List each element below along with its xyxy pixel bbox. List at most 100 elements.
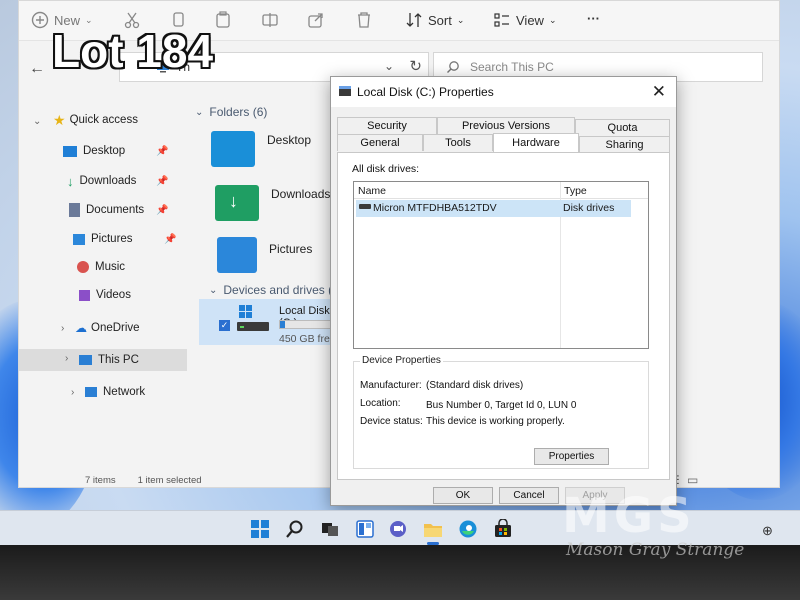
location-label: Location: — [360, 398, 401, 409]
nav-item-label: Documents — [86, 204, 145, 216]
list-header: Name Type — [354, 182, 648, 199]
star-icon: ★ — [53, 111, 66, 128]
device-status-label: Device status: — [360, 416, 423, 427]
devices-header-label: Devices and drives (1) — [223, 283, 343, 297]
file-explorer-icon[interactable] — [423, 519, 443, 539]
tab-label: Tools — [445, 137, 471, 149]
location-value: Bus Number 0, Target Id 0, LUN 0 — [426, 400, 577, 411]
nav-item-videos[interactable]: Videos — [19, 284, 187, 306]
chevron-down-icon: ⌄ — [195, 106, 204, 118]
folder-desktop[interactable]: Desktop — [211, 131, 311, 167]
dialog-title: Local Disk (C:) Properties — [357, 85, 494, 99]
tab-previous-versions[interactable]: Previous Versions — [437, 117, 575, 134]
network-icon — [85, 387, 97, 397]
list-item[interactable]: Micron MTFDHBA512TDV Disk drives — [356, 200, 631, 217]
tiles-view-icon[interactable]: ▭ — [687, 473, 698, 487]
chevron-down-icon[interactable]: ⌄ — [384, 59, 394, 73]
properties-button-label: Properties — [548, 451, 595, 462]
nav-quick-access-label: Quick access — [69, 114, 138, 126]
tab-label: Security — [367, 120, 407, 132]
tab-general[interactable]: General — [337, 134, 423, 151]
windows-drive-icon — [237, 305, 269, 331]
drive-local-disk-c[interactable]: ✓ Local Disk (C:) 450 GB free of — [199, 299, 349, 345]
checkbox-checked-icon[interactable]: ✓ — [219, 320, 230, 331]
folder-label: Desktop — [267, 133, 312, 147]
sort-icon — [406, 13, 422, 27]
nav-item-downloads[interactable]: ↓ Downloads 📌 — [19, 170, 187, 192]
document-icon — [69, 203, 80, 217]
chevron-right-icon[interactable]: › — [65, 353, 68, 364]
ok-button[interactable]: OK — [433, 487, 493, 504]
store-icon[interactable] — [493, 519, 513, 539]
navigation-pane: ⌄ ★ Quick access Desktop 📌 ↓ Downloads 📌… — [19, 99, 187, 469]
dialog-title-bar: Local Disk (C:) Properties ✕ — [331, 77, 676, 107]
tab-label: Sharing — [605, 139, 644, 151]
nav-item-label: Network — [103, 386, 146, 398]
nav-item-this-pc[interactable]: › This PC — [19, 349, 187, 371]
share-button[interactable] — [307, 11, 325, 29]
folder-downloads[interactable]: ↓ Downloads — [215, 185, 330, 221]
nav-quick-access[interactable]: ★ Quick access — [19, 109, 187, 131]
pin-icon: 📌 — [156, 204, 169, 216]
rename-button[interactable] — [261, 11, 279, 29]
desktop-icon — [63, 145, 77, 157]
sort-button[interactable]: Sort ⌄ — [405, 11, 464, 29]
tab-tools[interactable]: Tools — [423, 134, 493, 151]
drive-icon — [339, 86, 351, 96]
nav-item-pictures[interactable]: Pictures 📌 — [19, 228, 187, 250]
nav-item-documents[interactable]: Documents 📌 — [19, 199, 187, 221]
folder-pictures[interactable]: Pictures — [217, 237, 312, 273]
folders-section-header[interactable]: ⌄ Folders (6) — [195, 105, 267, 119]
edge-icon[interactable] — [458, 519, 478, 539]
chat-icon[interactable] — [388, 519, 408, 539]
device-properties-button[interactable]: Properties — [534, 448, 609, 465]
hardware-tab-panel: All disk drives: Name Type Micron MTFDHB… — [337, 152, 670, 480]
delete-button[interactable] — [355, 11, 373, 29]
column-header-name[interactable]: Name — [358, 185, 386, 197]
tab-quota[interactable]: Quota — [575, 119, 670, 136]
devices-section-header[interactable]: ⌄ Devices and drives (1) — [209, 283, 343, 297]
this-pc-icon — [79, 355, 92, 365]
manufacturer-label: Manufacturer: — [360, 380, 422, 391]
disk-drives-list[interactable]: Name Type Micron MTFDHBA512TDV Disk driv… — [353, 181, 649, 349]
watermark-logo: MGS — [562, 488, 696, 544]
pictures-folder-icon — [217, 237, 257, 273]
cancel-label: Cancel — [513, 490, 545, 501]
view-button[interactable]: View ⌄ — [493, 11, 557, 29]
start-icon[interactable] — [250, 519, 270, 539]
cancel-button[interactable]: Cancel — [499, 487, 559, 504]
language-globe-icon[interactable]: ⊕ — [762, 523, 773, 539]
nav-item-label: Desktop — [83, 145, 126, 157]
back-arrow-icon[interactable]: ← — [29, 60, 45, 78]
cloud-icon: ☁ — [75, 321, 87, 335]
pin-icon: 📌 — [156, 175, 169, 187]
disk-drive-icon — [359, 204, 371, 209]
tab-hardware[interactable]: Hardware — [493, 133, 579, 152]
download-icon: ↓ — [67, 173, 74, 189]
paste-button[interactable] — [214, 11, 232, 29]
nav-item-network[interactable]: Network — [19, 381, 187, 403]
column-header-type[interactable]: Type — [564, 185, 587, 197]
properties-dialog: Local Disk (C:) Properties ✕ Security Pr… — [330, 76, 677, 506]
rename-icon — [262, 13, 278, 27]
more-options-button[interactable]: ··· — [587, 11, 600, 26]
nav-item-music[interactable]: Music — [19, 256, 187, 278]
sort-label: Sort — [428, 12, 452, 28]
nav-item-onedrive[interactable]: ☁ OneDrive — [19, 317, 187, 339]
nav-item-label: Pictures — [91, 233, 133, 245]
nav-item-desktop[interactable]: Desktop 📌 — [19, 140, 187, 162]
search-icon[interactable] — [285, 519, 305, 539]
clipboard-icon — [216, 11, 230, 28]
widgets-icon[interactable] — [355, 519, 375, 539]
task-view-icon[interactable] — [320, 519, 340, 539]
tab-sharing[interactable]: Sharing — [579, 136, 670, 153]
close-icon[interactable]: ✕ — [652, 82, 666, 102]
all-disk-drives-label: All disk drives: — [352, 163, 420, 175]
manufacturer-value: (Standard disk drives) — [426, 380, 524, 391]
refresh-icon[interactable]: ↻ — [409, 57, 422, 75]
chevron-down-icon: ⌄ — [548, 14, 557, 25]
music-icon — [77, 261, 89, 273]
device-properties-group: Device Properties Manufacturer: (Standar… — [353, 355, 649, 469]
tab-security[interactable]: Security — [337, 117, 437, 134]
drive-usage-fill — [280, 321, 286, 328]
